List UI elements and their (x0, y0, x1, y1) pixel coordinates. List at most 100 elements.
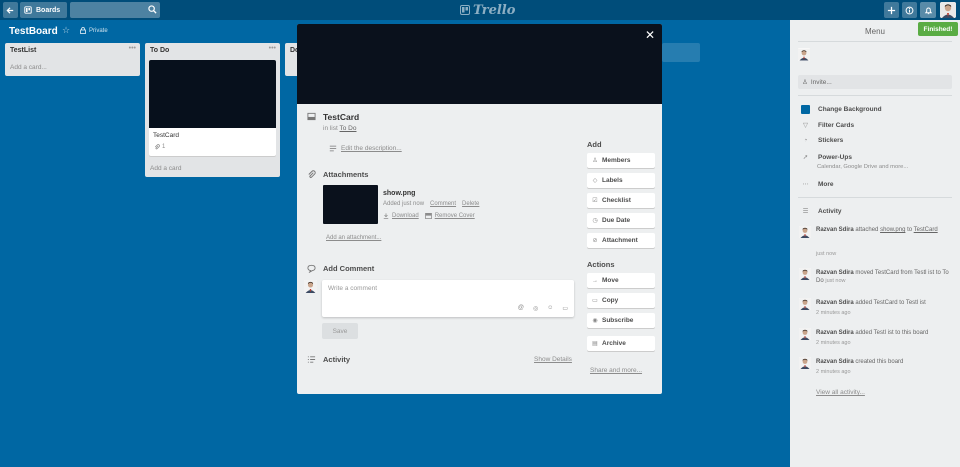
attachment-badge: 1 (154, 144, 165, 150)
filter-icon: ▽ (803, 122, 808, 129)
filter-cards-item[interactable]: ▽ Filter Cards (801, 121, 854, 130)
attachment-thumbnail[interactable] (323, 185, 378, 224)
activity-text: created this board (855, 359, 904, 365)
attach-icon[interactable]: @ (518, 305, 524, 312)
add-button[interactable] (884, 2, 899, 18)
due-date-button[interactable]: ◷ Due Date (587, 213, 655, 228)
subscribe-label: Subscribe (602, 317, 634, 324)
avatar[interactable] (799, 357, 811, 369)
card-cover-image (297, 24, 662, 104)
activity-link[interactable]: show.png (880, 227, 905, 233)
card-testcard[interactable]: TestCard 1 (149, 60, 276, 156)
in-list-text: in list To Do (323, 125, 357, 132)
comment-placeholder: Write a comment (328, 285, 378, 292)
more-item[interactable]: ⋯ More (801, 180, 833, 189)
attachment-button[interactable]: ⊘ Attachment (587, 233, 655, 248)
privacy-button[interactable]: Private (80, 27, 108, 34)
list-menu-icon[interactable]: ••• (129, 45, 136, 52)
bell-icon (924, 7, 932, 14)
menu-item-label: Power-Ups (818, 153, 852, 161)
notifications-button[interactable] (920, 2, 936, 18)
user-avatar[interactable] (940, 2, 956, 18)
actions-section-title: Actions (587, 260, 615, 269)
stickers-item[interactable]: ◔ Stickers (801, 137, 844, 144)
activity-link[interactable]: TestCard (914, 227, 938, 233)
activity-text: attached (855, 227, 879, 233)
checkbox-icon: ☑ (592, 198, 598, 204)
view-all-activity-link[interactable]: View all activity... (816, 389, 865, 396)
avatar[interactable] (799, 226, 811, 238)
list-name[interactable]: TestList (10, 47, 36, 54)
info-button[interactable] (902, 2, 917, 18)
mention-icon[interactable]: ◎ (533, 305, 538, 312)
boards-button[interactable]: Boards (20, 2, 67, 18)
save-button[interactable]: Save (322, 323, 358, 339)
attachment-label: Attachment (602, 237, 638, 244)
checklist-button[interactable]: ☑ Checklist (587, 193, 655, 208)
edit-description-link[interactable]: Edit the description... (329, 145, 402, 152)
edit-description-label: Edit the description... (341, 145, 402, 152)
activity-time: 2 minutes ago (816, 369, 851, 375)
archive-icon: ▤ (592, 341, 598, 347)
members-label: Members (602, 157, 631, 164)
card-cover-image (149, 60, 276, 128)
move-button[interactable]: → Move (587, 273, 655, 288)
activity-user[interactable]: Razvan Sdira (816, 227, 854, 233)
logo-text: Trello (473, 2, 516, 18)
avatar[interactable] (799, 298, 811, 310)
invite-button[interactable]: ♙ Invite... (798, 75, 952, 89)
comment-input[interactable]: Write a comment @ ◎ ☺ ▭ (322, 280, 574, 317)
share-more-link[interactable]: Share and more... (590, 367, 642, 374)
archive-button[interactable]: ▤ Archive (587, 336, 655, 351)
show-details-link[interactable]: Show Details (534, 356, 572, 363)
board-title[interactable]: TestBoard (9, 26, 58, 37)
add-card-link[interactable]: Add a card... (10, 64, 47, 71)
subscribe-button[interactable]: ◉ Subscribe (587, 313, 655, 328)
privacy-label: Private (89, 27, 108, 34)
download-link[interactable]: Download (383, 213, 419, 219)
add-card-link[interactable]: Add a card (150, 165, 181, 172)
member-avatar[interactable] (798, 48, 810, 61)
divider (798, 95, 952, 96)
due-date-label: Due Date (602, 217, 631, 224)
power-ups-item[interactable]: ➚ Power-Ups (801, 153, 852, 162)
list-name[interactable]: To Do (150, 47, 169, 54)
add-list-placeholder[interactable] (662, 43, 700, 62)
activity-user[interactable]: Razvan Sdira (816, 330, 854, 336)
trello-logo[interactable]: Trello (460, 2, 515, 18)
divider (798, 41, 952, 42)
change-background-item[interactable]: Change Background (801, 105, 882, 114)
copy-button[interactable]: ▭ Copy (587, 293, 655, 308)
list-todo: To Do ••• TestCard 1 Add a card (145, 43, 280, 177)
background-swatch-icon (801, 105, 810, 114)
avatar[interactable] (799, 268, 811, 280)
members-button[interactable]: ♙ Members (587, 153, 655, 168)
emoji-icon[interactable]: ☺ (547, 305, 553, 312)
star-icon[interactable]: ☆ (62, 25, 70, 36)
card-title[interactable]: TestCard (323, 112, 359, 122)
list-menu-icon[interactable]: ••• (269, 45, 276, 52)
comment-toolbar: @ ◎ ☺ ▭ (518, 305, 568, 312)
in-list-link[interactable]: To Do (340, 125, 357, 132)
activity-user[interactable]: Razvan Sdira (816, 300, 854, 306)
back-button[interactable] (3, 2, 18, 18)
activity-user[interactable]: Razvan Sdira (816, 359, 854, 365)
clock-icon: ◷ (592, 218, 598, 224)
search-input[interactable] (70, 2, 160, 18)
person-icon: ♙ (592, 158, 598, 164)
activity-entry: Razvan Sdira moved TestCard from Testl i… (816, 269, 954, 285)
attachment-actions: Download Remove Cover (383, 213, 475, 219)
rocket-icon: ➚ (802, 154, 809, 161)
attachment-name[interactable]: show.png (383, 190, 415, 197)
card-link-icon[interactable]: ▭ (562, 305, 568, 312)
attachment-comment-link[interactable]: Comment (430, 201, 456, 207)
avatar[interactable] (799, 328, 811, 340)
in-list-prefix: in list (323, 125, 338, 132)
move-label: Move (602, 277, 619, 284)
labels-button[interactable]: ◇ Labels (587, 173, 655, 188)
add-attachment-link[interactable]: Add an attachment... (326, 235, 381, 241)
attachment-delete-link[interactable]: Delete (462, 201, 479, 207)
close-icon[interactable]: ✕ (645, 28, 655, 42)
activity-user[interactable]: Razvan Sdira (816, 270, 854, 276)
remove-cover-link[interactable]: Remove Cover (424, 213, 475, 219)
